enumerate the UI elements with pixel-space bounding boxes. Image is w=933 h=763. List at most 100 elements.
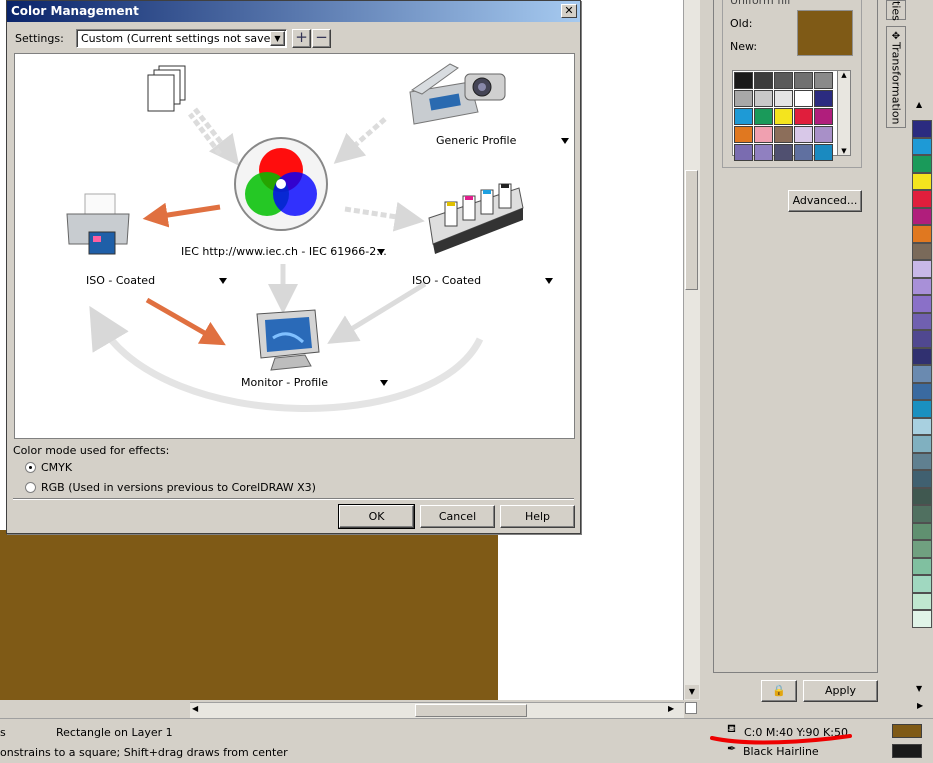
color-swatch[interactable] [814,90,833,107]
palette-swatch[interactable] [912,435,932,453]
palette-swatch[interactable] [912,120,932,138]
color-swatch-grid[interactable] [732,70,838,161]
palette-scroll-down[interactable]: ▼ [916,684,922,693]
color-swatch[interactable] [794,126,813,143]
tab-transformation-label: Transformation [889,42,903,125]
palette-swatch[interactable] [912,400,932,418]
remove-preset-button[interactable]: − [312,29,331,48]
scroll-right-arrow[interactable]: ▶ [668,704,674,713]
ok-button[interactable]: OK [338,504,415,529]
palette-swatch[interactable] [912,575,932,593]
status-fragment: s [0,726,6,739]
palette-swatch[interactable] [912,207,932,225]
palette-swatch[interactable] [912,365,932,383]
color-swatch[interactable] [734,72,753,89]
color-swatch[interactable] [774,144,793,161]
color-swatch[interactable] [774,72,793,89]
status-fill-swatch[interactable] [892,724,922,738]
color-swatch[interactable] [754,126,773,143]
help-button[interactable]: Help [500,505,575,528]
printer-profile-dropdown[interactable] [219,278,227,284]
color-swatch[interactable] [754,144,773,161]
palette-swatch[interactable] [912,452,932,470]
color-swatch[interactable] [794,72,813,89]
palette-swatch[interactable] [912,522,932,540]
tab-transformation[interactable]: ✥ Transformation [886,26,906,128]
color-swatch[interactable] [814,108,833,125]
close-button[interactable]: ✕ [561,4,577,18]
color-swatch[interactable] [794,108,813,125]
color-swatch[interactable] [734,90,753,107]
monitor-profile-dropdown[interactable] [380,380,388,386]
cancel-button[interactable]: Cancel [420,505,495,528]
cmyk-radio-label[interactable]: CMYK [41,461,72,474]
tab-properties[interactable]: ties [886,0,906,21]
palette-swatch[interactable] [912,470,932,488]
swatch-scroll-down[interactable]: ▼ [838,147,850,155]
palette-swatch[interactable] [912,137,932,155]
palette-swatch[interactable] [912,172,932,190]
color-swatch[interactable] [814,144,833,161]
dialog-titlebar[interactable]: Color Management ✕ [7,1,580,22]
color-swatch[interactable] [734,108,753,125]
palette-swatch[interactable] [912,295,932,313]
palette-swatch[interactable] [912,382,932,400]
palette-swatch[interactable] [912,557,932,575]
advanced-button[interactable]: Advanced... [788,190,862,212]
status-outline-swatch[interactable] [892,744,922,758]
palette-swatch[interactable] [912,347,932,365]
color-swatch[interactable] [754,90,773,107]
palette-swatch[interactable] [912,242,932,260]
scroll-left-arrow[interactable]: ◀ [192,704,198,713]
vertical-scroll-thumb[interactable] [685,170,698,290]
color-swatch[interactable] [814,126,833,143]
color-swatch[interactable] [794,90,813,107]
settings-select[interactable]: Custom (Current settings not saved) ▼ [76,29,287,48]
scanner-profile-dropdown[interactable] [561,138,569,144]
palette-swatch[interactable] [912,155,932,173]
color-swatch[interactable] [734,126,753,143]
lock-button[interactable]: 🔒 [761,680,797,702]
color-palette[interactable] [912,120,932,680]
color-swatch[interactable] [734,144,753,161]
status-outline-info[interactable]: Black Hairline [743,745,819,758]
palette-swatch[interactable] [912,277,932,295]
palette-swatch[interactable] [912,190,932,208]
chevron-down-icon[interactable]: ▼ [270,31,285,46]
color-swatch[interactable] [794,144,813,161]
palette-swatch[interactable] [912,487,932,505]
palette-swatch[interactable] [912,312,932,330]
cmyk-radio[interactable] [25,462,36,473]
horizontal-scroll-thumb[interactable] [415,704,527,717]
palette-swatch[interactable] [912,610,932,628]
rgb-radio-label[interactable]: RGB (Used in versions previous to CorelD… [41,481,316,494]
palette-scroll-up[interactable]: ▲ [916,100,922,109]
color-swatch[interactable] [754,108,773,125]
settings-label: Settings: [15,32,64,45]
color-swatch[interactable] [774,108,793,125]
palette-swatch[interactable] [912,417,932,435]
scroll-down-arrow[interactable]: ▼ [685,685,699,699]
palette-flyout-arrow[interactable]: ▶ [917,701,923,710]
horizontal-scrollbar[interactable]: ◀ ▶ [190,702,684,719]
color-swatch[interactable] [774,90,793,107]
color-swatch[interactable] [774,126,793,143]
add-preset-button[interactable]: + [292,29,311,48]
palette-swatch[interactable] [912,505,932,523]
rgb-radio[interactable] [25,482,36,493]
color-swatch[interactable] [814,72,833,89]
palette-swatch[interactable] [912,260,932,278]
apply-button[interactable]: Apply [803,680,878,702]
palette-swatch[interactable] [912,540,932,558]
view-corner-button[interactable] [685,702,697,714]
swatch-scroll-up[interactable]: ▲ [838,71,850,79]
palette-swatch[interactable] [912,330,932,348]
center-profile-dropdown[interactable] [377,249,385,255]
palette-swatch[interactable] [912,592,932,610]
brown-rectangle[interactable] [0,530,498,700]
press-profile-dropdown[interactable] [545,278,553,284]
vertical-scrollbar[interactable]: ▼ [683,0,700,700]
swatch-scrollbar[interactable]: ▲ ▼ [837,70,851,156]
palette-swatch[interactable] [912,225,932,243]
color-swatch[interactable] [754,72,773,89]
